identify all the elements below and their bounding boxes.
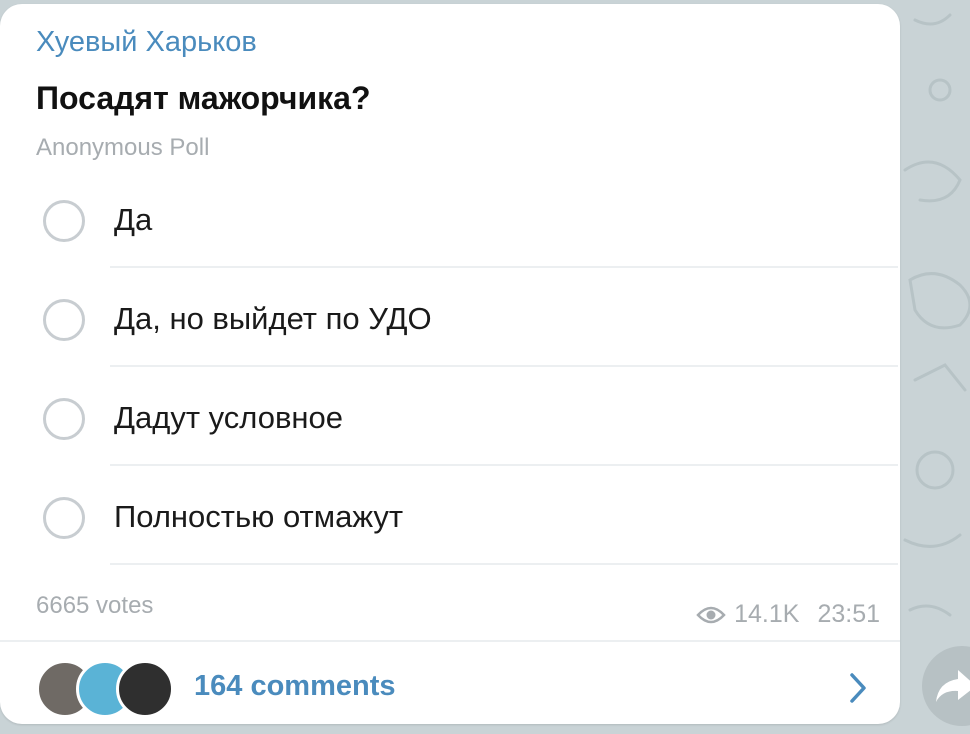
chevron-right-icon [850,673,866,703]
poll-question: Посадят мажорчика? [36,80,371,116]
poll-option-1[interactable]: Да [0,170,900,269]
poll-option-label: Да, но выйдет по УДО [114,301,432,336]
option-divider [110,365,898,367]
comments-divider [0,640,900,642]
option-divider [110,563,898,565]
avatar [116,660,174,718]
option-divider [110,266,898,268]
radio-circle-icon[interactable] [43,497,85,539]
poll-message-card: Хуевый Харьков Посадят мажорчика? Anonym… [0,4,900,724]
message-time: 23:51 [817,600,880,628]
eye-icon [696,606,726,623]
comments-count: 164 comments [194,670,396,702]
poll-option-2[interactable]: Да, но выйдет по УДО [0,269,900,368]
poll-option-label: Полностью отмажут [114,499,404,534]
share-arrow-icon [936,670,970,702]
radio-circle-icon[interactable] [43,398,85,440]
poll-option-4[interactable]: Полностью отмажут [0,467,900,566]
option-divider [110,464,898,466]
poll-option-label: Дадут условное [114,400,344,435]
share-button[interactable] [922,646,970,726]
radio-circle-icon[interactable] [43,200,85,242]
poll-option-3[interactable]: Дадут условное [0,368,900,467]
channel-name[interactable]: Хуевый Харьков [36,26,257,59]
vote-count: 6665 votes [36,592,154,619]
poll-type-label: Anonymous Poll [36,134,210,161]
comments-button[interactable]: 164 comments [0,644,900,734]
message-meta: 14.1K 23:51 [696,600,880,629]
view-count: 14.1K [734,600,800,628]
radio-circle-icon[interactable] [43,299,85,341]
poll-option-label: Да [114,202,153,237]
